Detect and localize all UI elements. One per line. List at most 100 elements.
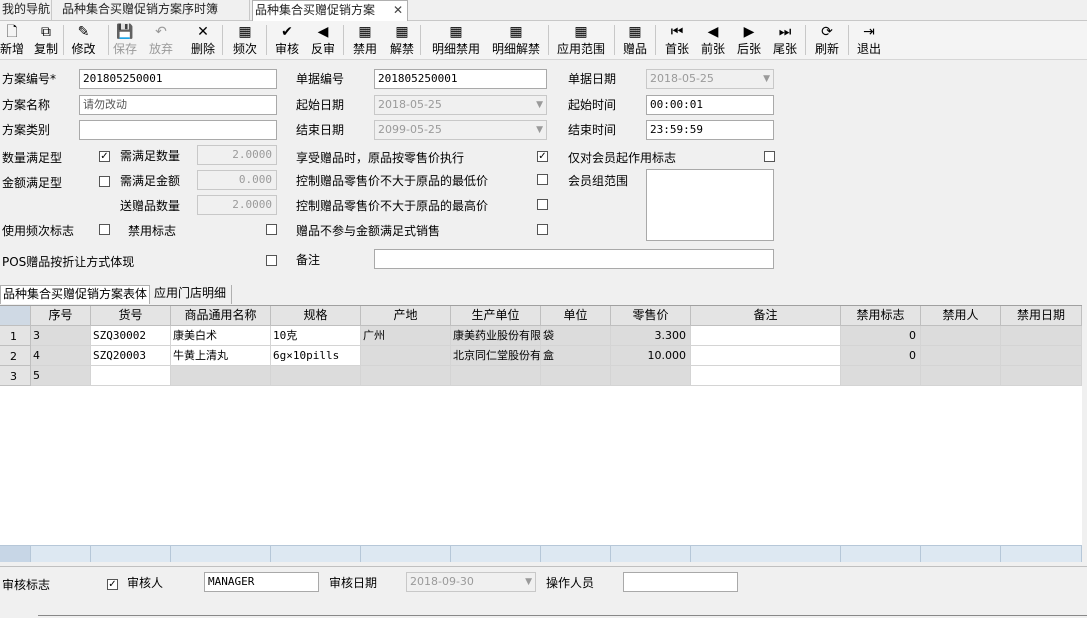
toolbar-button[interactable]: ✔ 审核 bbox=[273, 21, 301, 60]
tab-scheme-detail[interactable]: 品种集合买赠促销方案 ✕ bbox=[252, 0, 408, 22]
toolbar-button[interactable]: 🗋 新增 bbox=[0, 21, 24, 60]
toolbar-button[interactable]: ▦ 明细禁用 bbox=[428, 21, 484, 60]
column-header[interactable]: 零售价 bbox=[611, 306, 691, 326]
grid-cell[interactable] bbox=[921, 366, 1001, 386]
need-qty-field[interactable]: 2.0000 bbox=[197, 145, 277, 165]
doc-no-field[interactable]: 201805250001 bbox=[374, 69, 547, 89]
end-date-field[interactable]: 2099-05-25 ▼ bbox=[374, 120, 547, 140]
grid-cell[interactable]: 康美白术 bbox=[171, 326, 271, 346]
grid-cell[interactable] bbox=[1001, 326, 1082, 346]
grid-cell[interactable] bbox=[271, 366, 361, 386]
column-header[interactable]: 产地 bbox=[361, 306, 451, 326]
grid-cell[interactable]: SZQ30002 bbox=[91, 326, 171, 346]
grid-cell[interactable] bbox=[611, 366, 691, 386]
toolbar-button[interactable]: ⧉ 复制 bbox=[33, 21, 59, 60]
start-date-field[interactable]: 2018-05-25 ▼ bbox=[374, 95, 547, 115]
column-header[interactable]: 备注 bbox=[691, 306, 841, 326]
column-header[interactable]: 货号 bbox=[91, 306, 171, 326]
grid-cell[interactable] bbox=[451, 366, 541, 386]
ctrl-max-checkbox[interactable] bbox=[537, 199, 548, 210]
grid-cell[interactable]: 6g×10pills bbox=[271, 346, 361, 366]
column-header[interactable]: 规格 bbox=[271, 306, 361, 326]
toolbar-button[interactable]: ▶ 后张 bbox=[735, 21, 763, 60]
grid-cell[interactable] bbox=[691, 326, 841, 346]
tab-my-navigation[interactable]: 我的导航 bbox=[0, 0, 52, 21]
grid-cell[interactable] bbox=[361, 366, 451, 386]
grid-cell[interactable] bbox=[171, 366, 271, 386]
toolbar-button[interactable]: ▦ 禁用 bbox=[351, 21, 379, 60]
need-amt-field[interactable]: 0.000 bbox=[197, 170, 277, 190]
toolbar-button[interactable]: ⟳ 刷新 bbox=[813, 21, 841, 60]
toolbar-button[interactable]: ▦ 明细解禁 bbox=[488, 21, 544, 60]
member-only-checkbox[interactable] bbox=[764, 151, 775, 162]
grid-cell[interactable] bbox=[1001, 366, 1082, 386]
row-header[interactable]: 2 bbox=[0, 346, 31, 366]
auditor-field[interactable]: MANAGER bbox=[204, 572, 319, 592]
toolbar-button[interactable]: ▦ 应用范围 bbox=[554, 21, 608, 60]
grid-cell[interactable]: 5 bbox=[31, 366, 91, 386]
grid-cell[interactable] bbox=[1001, 346, 1082, 366]
amt-type-checkbox[interactable] bbox=[99, 176, 110, 187]
remark-field[interactable] bbox=[374, 249, 774, 269]
grid-cell[interactable]: 北京同仁堂股份有限公司 bbox=[451, 346, 541, 366]
tab-scheme-list[interactable]: 品种集合买赠促销方案序时簿 bbox=[60, 0, 250, 21]
grid-cell[interactable] bbox=[91, 366, 171, 386]
column-header[interactable]: 序号 bbox=[31, 306, 91, 326]
subtab-scheme-body[interactable]: 品种集合买赠促销方案表体 bbox=[0, 285, 150, 304]
toolbar-button[interactable]: ▦ 频次 bbox=[230, 21, 260, 60]
toolbar-button[interactable]: ▦ 解禁 bbox=[388, 21, 416, 60]
toolbar-button[interactable]: ⇥ 退出 bbox=[854, 21, 884, 60]
grid-cell[interactable]: 10克 bbox=[271, 326, 361, 346]
grid-cell[interactable]: 3 bbox=[31, 326, 91, 346]
grid-cell[interactable]: SZQ20003 bbox=[91, 346, 171, 366]
toolbar-button[interactable]: ⏭ 尾张 bbox=[771, 21, 799, 60]
grid-cell[interactable] bbox=[921, 326, 1001, 346]
column-header[interactable]: 禁用人 bbox=[921, 306, 1001, 326]
chevron-down-icon[interactable]: ▼ bbox=[536, 96, 543, 114]
grid-cell[interactable]: 盒 bbox=[541, 346, 611, 366]
grid-cell[interactable] bbox=[691, 346, 841, 366]
end-time-field[interactable]: 23:59:59 bbox=[646, 120, 774, 140]
row-header[interactable]: 3 bbox=[0, 366, 31, 386]
ctrl-min-checkbox[interactable] bbox=[537, 174, 548, 185]
toolbar-button[interactable]: ✎ 修改 bbox=[70, 21, 97, 60]
toolbar-button[interactable]: ◀ 反审 bbox=[309, 21, 337, 60]
doc-date-field[interactable]: 2018-05-25 ▼ bbox=[646, 69, 774, 89]
grid-cell[interactable] bbox=[691, 366, 841, 386]
chevron-down-icon[interactable]: ▼ bbox=[763, 70, 770, 88]
toolbar-button[interactable]: ↶ 放弃 bbox=[148, 21, 174, 60]
chevron-down-icon[interactable]: ▼ bbox=[525, 573, 532, 591]
gift-excl-checkbox[interactable] bbox=[537, 224, 548, 235]
grid-cell[interactable]: 康美药业股份有限公司 bbox=[451, 326, 541, 346]
toolbar-button[interactable]: ✕ 删除 bbox=[190, 21, 216, 60]
grid-cell[interactable]: 3.300 bbox=[611, 326, 691, 346]
grid-cell[interactable]: 10.000 bbox=[611, 346, 691, 366]
operator-field[interactable] bbox=[623, 572, 738, 592]
grid-cell[interactable]: 0 bbox=[841, 326, 921, 346]
scheme-name-field[interactable]: 请勿改动 bbox=[79, 95, 277, 115]
gift-qty-field[interactable]: 2.0000 bbox=[197, 195, 277, 215]
grid-cell[interactable]: 0 bbox=[841, 346, 921, 366]
disable-flag-checkbox[interactable] bbox=[266, 224, 277, 235]
grid-cell[interactable]: 牛黄上清丸 bbox=[171, 346, 271, 366]
column-header[interactable]: 生产单位 bbox=[451, 306, 541, 326]
qty-type-checkbox[interactable]: ✓ bbox=[99, 151, 110, 162]
scheme-no-field[interactable]: 201805250001 bbox=[79, 69, 277, 89]
toolbar-button[interactable]: ◀ 前张 bbox=[699, 21, 727, 60]
toolbar-button[interactable]: ⏮ 首张 bbox=[663, 21, 691, 60]
column-header[interactable]: 商品通用名称 bbox=[171, 306, 271, 326]
toolbar-button[interactable]: ▦ 赠品 bbox=[620, 21, 650, 60]
grid-cell[interactable]: 4 bbox=[31, 346, 91, 366]
grid-cell[interactable]: 袋 bbox=[541, 326, 611, 346]
column-header[interactable]: 禁用日期 bbox=[1001, 306, 1082, 326]
start-time-field[interactable]: 00:00:01 bbox=[646, 95, 774, 115]
grid-cell[interactable]: 广州 bbox=[361, 326, 451, 346]
row-header[interactable]: 1 bbox=[0, 326, 31, 346]
audit-date-field[interactable]: 2018-09-30 ▼ bbox=[406, 572, 536, 592]
subtab-store-details[interactable]: 应用门店明细 bbox=[152, 285, 232, 304]
grid-cell[interactable] bbox=[361, 346, 451, 366]
grid-cell[interactable] bbox=[921, 346, 1001, 366]
audit-flag-checkbox[interactable]: ✓ bbox=[107, 579, 118, 590]
member-group-field[interactable] bbox=[646, 169, 774, 241]
column-header[interactable]: 单位 bbox=[541, 306, 611, 326]
